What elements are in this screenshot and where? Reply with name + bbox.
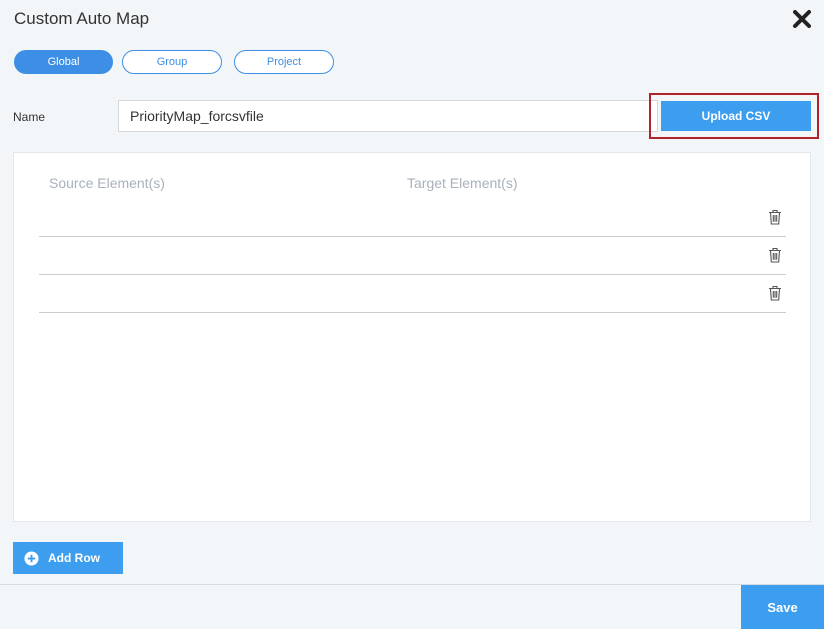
trash-icon[interactable] [768,285,782,301]
close-icon[interactable] [792,9,812,29]
trash-icon[interactable] [768,247,782,263]
table-row[interactable] [39,275,786,313]
source-column-header: Source Element(s) [49,175,165,191]
tab-project[interactable]: Project [234,50,334,74]
dialog-title: Custom Auto Map [14,9,150,28]
save-button[interactable]: Save [741,585,824,629]
tab-group[interactable]: Group [122,50,222,74]
table-row[interactable] [39,199,786,237]
mapping-table: Source Element(s) Target Element(s) [13,152,811,522]
name-input[interactable] [118,100,658,132]
footer-divider [0,584,824,585]
trash-icon[interactable] [768,209,782,225]
table-row[interactable] [39,237,786,275]
upload-csv-button[interactable]: Upload CSV [661,101,811,131]
scope-tabs: Global Group Project [14,50,334,74]
plus-circle-icon [24,550,39,566]
add-row-button[interactable]: Add Row [13,542,123,574]
name-label: Name [13,110,46,124]
add-row-label: Add Row [48,551,100,565]
tab-global[interactable]: Global [14,50,113,74]
target-column-header: Target Element(s) [407,175,518,191]
